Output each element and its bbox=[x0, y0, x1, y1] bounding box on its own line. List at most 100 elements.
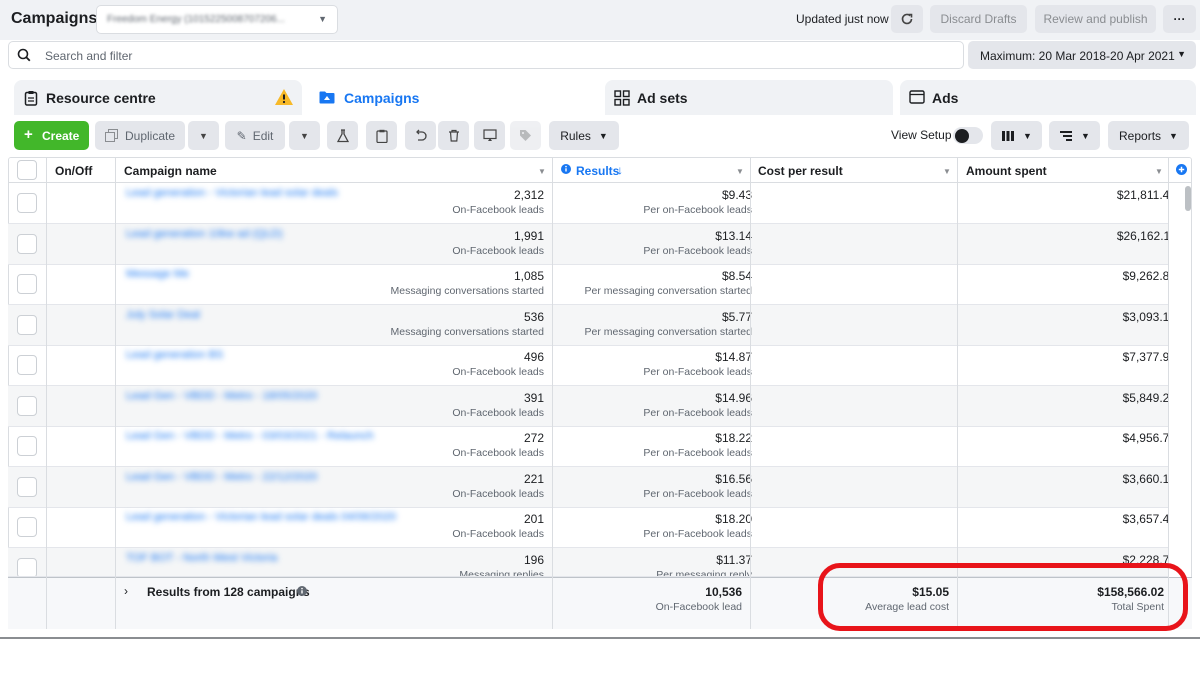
caret-down-icon: ▼ bbox=[1081, 130, 1090, 141]
campaign-name-link[interactable]: Lead Gen - VBDD - Metro - 18/05/2020 bbox=[126, 390, 317, 402]
select-all-checkbox[interactable] bbox=[17, 160, 37, 180]
edit-dropdown[interactable]: ▼ bbox=[289, 121, 320, 150]
results-type: Messaging replies bbox=[459, 568, 544, 577]
tag-button[interactable] bbox=[510, 121, 541, 150]
row-checkbox[interactable] bbox=[17, 517, 37, 537]
view-setup-toggle[interactable] bbox=[953, 127, 983, 144]
column-header-amount-spent[interactable]: Amount spent bbox=[966, 164, 1047, 178]
expand-chevron-icon[interactable]: › bbox=[124, 584, 128, 598]
column-header-onoff[interactable]: On/Off bbox=[55, 164, 92, 178]
tag-icon bbox=[520, 130, 531, 141]
campaign-name-link[interactable]: Lead generation - Victorian lead solar d… bbox=[126, 187, 338, 199]
tab-campaigns[interactable]: Campaigns bbox=[310, 80, 598, 115]
account-selector[interactable]: Freedom Energy (1015225008707206... ▼ bbox=[96, 5, 338, 34]
caret-down-icon: ▼ bbox=[1169, 130, 1178, 141]
undo-button[interactable] bbox=[405, 121, 436, 150]
total-results-sub: On-Facebook lead bbox=[655, 601, 742, 613]
table-row[interactable]: Message Me 1,085 Messaging conversations s… bbox=[8, 264, 1168, 305]
table-row[interactable]: Lead Gen - VBDD - Metro - 03/03/2021 - R… bbox=[8, 426, 1168, 467]
preview-icon bbox=[482, 129, 497, 141]
create-button[interactable]: + Create bbox=[14, 121, 89, 150]
tab-ads[interactable]: Ads bbox=[900, 80, 1196, 115]
clipboard-button[interactable] bbox=[366, 121, 397, 150]
search-icon bbox=[17, 48, 31, 62]
ab-test-button[interactable] bbox=[327, 121, 358, 150]
results-value: 536 bbox=[523, 309, 544, 324]
trash-icon bbox=[448, 129, 459, 142]
tab-label: Ad sets bbox=[637, 90, 688, 106]
table-row[interactable]: Lead generation - Victorian lead solar d… bbox=[8, 507, 1168, 548]
results-value: 1,085 bbox=[513, 269, 544, 283]
campaign-name-link[interactable]: Lead generation BS bbox=[126, 349, 223, 361]
table-row[interactable]: Lead Gen - VBDD - Metro - 22/12/2020 221 O… bbox=[8, 466, 1168, 508]
grid-icon bbox=[614, 90, 630, 106]
column-divider bbox=[957, 157, 958, 629]
review-publish-button[interactable]: Review and publish bbox=[1035, 5, 1156, 33]
duplicate-button[interactable]: Duplicate bbox=[95, 121, 185, 150]
row-checkbox[interactable] bbox=[17, 436, 37, 456]
amount-spent-value: $3,093.19 bbox=[1122, 309, 1168, 324]
row-checkbox[interactable] bbox=[17, 233, 37, 254]
tab-resource-centre[interactable]: Resource centre bbox=[14, 80, 302, 115]
campaign-name-link[interactable]: Lead Gen - VBDD - Metro - 03/03/2021 - R… bbox=[126, 430, 374, 442]
refresh-icon bbox=[901, 13, 913, 25]
row-checkbox[interactable] bbox=[17, 314, 37, 335]
row-checkbox[interactable] bbox=[17, 274, 37, 294]
breakdown-icon bbox=[1060, 130, 1073, 141]
pencil-icon: ✎ bbox=[236, 128, 247, 143]
amount-spent-value: $3,657.48 bbox=[1122, 512, 1168, 526]
row-checkbox[interactable] bbox=[17, 193, 37, 213]
campaign-name-link[interactable]: July Solar Deal bbox=[126, 309, 200, 321]
row-checkbox[interactable] bbox=[17, 355, 37, 375]
column-header-campaign-name[interactable]: Campaign name bbox=[124, 164, 217, 178]
results-value: 391 bbox=[523, 390, 544, 405]
cost-per-result-value: $18.20 bbox=[715, 512, 752, 526]
amount-spent-value: $4,956.76 bbox=[1122, 431, 1168, 445]
cost-per-result-value: $11.37 bbox=[716, 552, 752, 567]
campaign-name-link[interactable]: Lead Gen - VBDD - Metro - 22/12/2020 bbox=[126, 471, 317, 483]
row-checkbox[interactable] bbox=[17, 557, 37, 577]
search-bar[interactable]: Search and filter bbox=[8, 41, 964, 69]
clipboard-icon bbox=[375, 129, 388, 143]
date-range-label: Maximum: 20 Mar 2018-20 Apr 2021 bbox=[980, 49, 1175, 63]
breakdown-button[interactable]: ▼ bbox=[1049, 121, 1100, 150]
column-header-results[interactable]: Results bbox=[576, 164, 619, 178]
vertical-scrollbar[interactable] bbox=[1185, 186, 1191, 211]
row-checkbox[interactable] bbox=[17, 395, 37, 416]
duplicate-dropdown[interactable]: ▼ bbox=[188, 121, 219, 150]
tab-ad-sets[interactable]: Ad sets bbox=[605, 80, 893, 115]
campaign-name-link[interactable]: Lead generation - Victorian lead solar d… bbox=[126, 511, 396, 523]
reports-button[interactable]: Reports ▼ bbox=[1108, 121, 1189, 150]
add-column-icon[interactable] bbox=[1176, 164, 1187, 175]
refresh-button[interactable] bbox=[891, 5, 923, 33]
columns-button[interactable]: ▼ bbox=[991, 121, 1042, 150]
amount-spent-value: $7,377.95 bbox=[1122, 350, 1168, 364]
table-row[interactable]: Lead generation - Victorian lead solar d… bbox=[8, 183, 1168, 224]
plus-icon: + bbox=[24, 126, 33, 143]
rules-button[interactable]: Rules ▼ bbox=[549, 121, 619, 150]
cost-per-result-value: $8.54 bbox=[721, 269, 752, 283]
results-value: 1,991 bbox=[513, 228, 544, 243]
edit-button[interactable]: ✎ Edit bbox=[225, 121, 285, 150]
preview-button[interactable] bbox=[474, 121, 505, 150]
search-input[interactable]: Search and filter bbox=[45, 49, 132, 63]
row-checkbox[interactable] bbox=[17, 476, 37, 497]
cost-per-result-value: $9.43 bbox=[721, 188, 752, 202]
table-row[interactable]: Lead Gen - VBDD - Metro - 18/05/2020 391 O… bbox=[8, 385, 1168, 427]
date-range-picker[interactable]: Maximum: 20 Mar 2018-20 Apr 2021 ▼ bbox=[968, 41, 1196, 69]
chevron-down-icon: ▼ bbox=[943, 167, 951, 176]
table-row[interactable]: Lead generation BS 496 On-Facebook leads $1… bbox=[8, 345, 1168, 386]
delete-button[interactable] bbox=[438, 121, 469, 150]
more-options-button[interactable]: ··· bbox=[1163, 5, 1196, 33]
campaign-name-link[interactable]: Lead generation 10kw ad (QLD) bbox=[126, 228, 283, 240]
results-type: On-Facebook leads bbox=[452, 366, 544, 378]
table-row[interactable]: Lead generation 10kw ad (QLD) 1,991 On-Fac… bbox=[8, 223, 1168, 265]
cost-per-result-value: $14.96 bbox=[715, 390, 752, 405]
discard-drafts-button[interactable]: Discard Drafts bbox=[930, 5, 1027, 33]
column-header-cost-per-result[interactable]: Cost per result bbox=[758, 164, 843, 178]
campaign-name-link[interactable]: TOF BOT - North West Victoria bbox=[126, 552, 277, 564]
folder-icon bbox=[319, 91, 335, 104]
campaign-name-link[interactable]: Message Me bbox=[126, 268, 189, 280]
table-row[interactable]: July Solar Deal 536 Messaging conversation… bbox=[8, 304, 1168, 346]
results-type: On-Facebook leads bbox=[452, 487, 544, 500]
